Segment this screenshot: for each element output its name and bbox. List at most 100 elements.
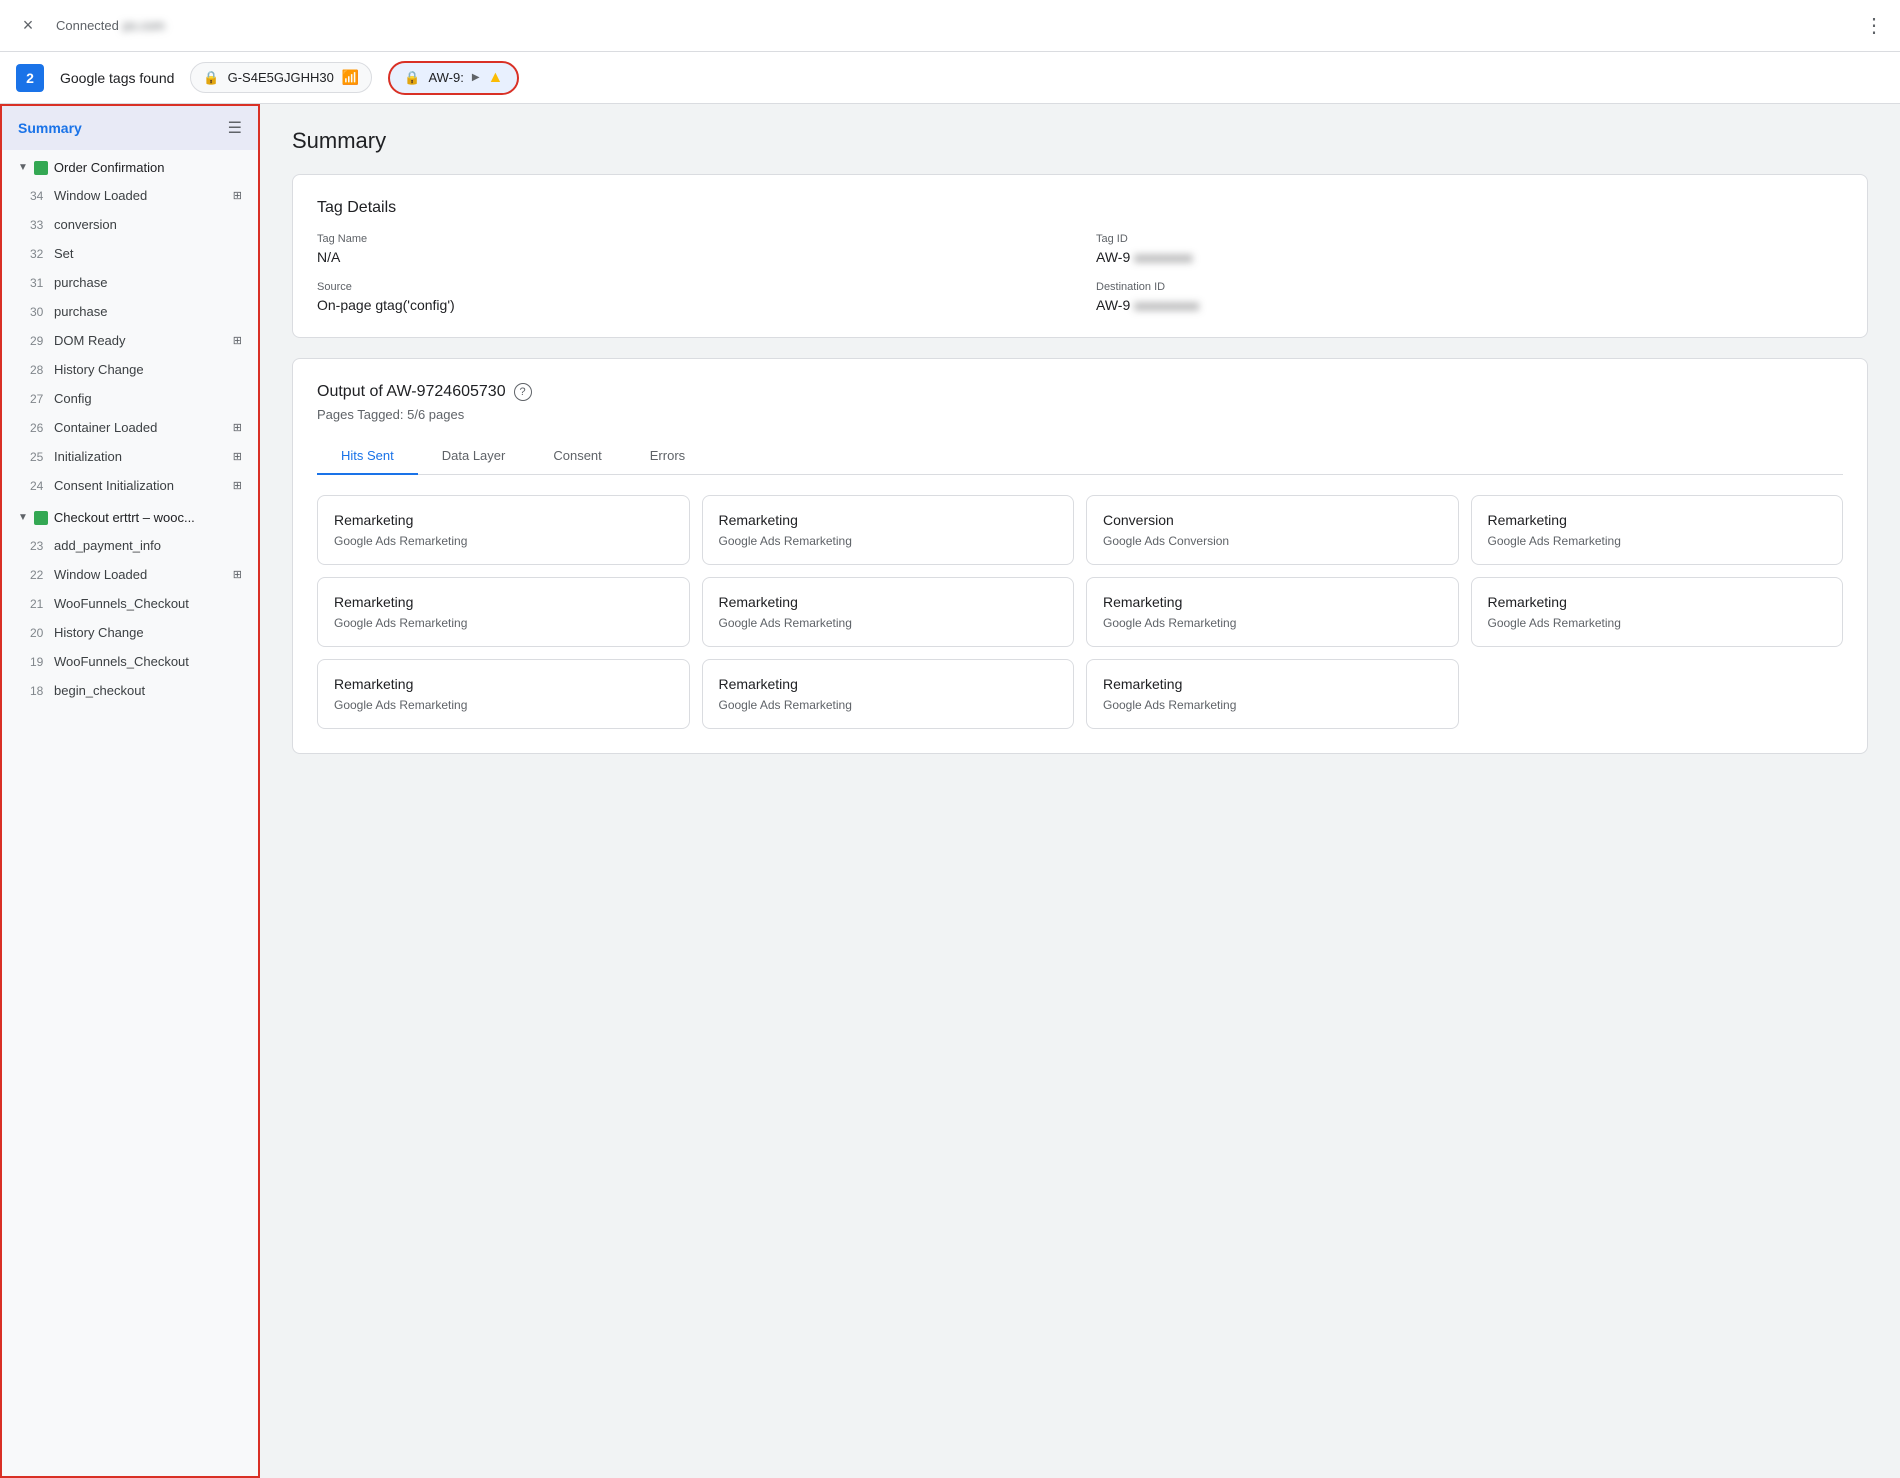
aw-tag-icon: 🔒 [404, 70, 420, 86]
sidebar-section-checkout[interactable]: ▼ Checkout erttrt – wooc... [2, 500, 258, 531]
section-label: Checkout erttrt – wooc... [54, 510, 195, 525]
more-options-button[interactable]: ⋮ [1864, 13, 1884, 38]
info-icon[interactable]: ? [514, 383, 532, 401]
hit-card-subtitle: Google Ads Remarketing [1488, 534, 1827, 548]
tag-name-label: Tag Name [317, 233, 1064, 245]
hit-card-subtitle: Google Ads Remarketing [1103, 698, 1442, 712]
hit-card[interactable]: Remarketing Google Ads Remarketing [317, 577, 690, 647]
sidebar-item[interactable]: 20 History Change [2, 618, 258, 647]
hit-card-subtitle: Google Ads Remarketing [334, 616, 673, 630]
hit-card-title: Remarketing [1488, 512, 1827, 528]
section-label: Order Confirmation [54, 160, 165, 175]
sidebar-item[interactable]: 26 Container Loaded ⊞ [2, 413, 258, 442]
tag-bar: 2 Google tags found 🔒 G-S4E5GJGHH30 📶 🔒 … [0, 52, 1900, 104]
output-card: Output of AW-9724605730 ? Pages Tagged: … [292, 358, 1868, 754]
ga-tag-icon: 🔒 [203, 70, 219, 86]
hit-card[interactable]: Remarketing Google Ads Remarketing [1471, 577, 1844, 647]
hit-card[interactable]: Conversion Google Ads Conversion [1086, 495, 1459, 565]
aw-chevron-icon: ▶ [472, 72, 480, 83]
tab-hits-sent[interactable]: Hits Sent [317, 438, 418, 475]
sidebar-item[interactable]: 24 Consent Initialization ⊞ [2, 471, 258, 500]
sidebar-item[interactable]: 25 Initialization ⊞ [2, 442, 258, 471]
hit-card[interactable]: Remarketing Google Ads Remarketing [1471, 495, 1844, 565]
hit-card-subtitle: Google Ads Remarketing [334, 534, 673, 548]
tab-errors[interactable]: Errors [626, 438, 709, 475]
hit-card-title: Remarketing [719, 512, 1058, 528]
tag-id-field: Tag ID AW-9 xxxxxxxxx [1096, 233, 1843, 265]
aw-tag-chip[interactable]: 🔒 AW-9: ▶ ▲ [388, 61, 519, 95]
tab-data-layer[interactable]: Data Layer [418, 438, 530, 475]
ga-signal-icon: 📶 [342, 69, 359, 86]
sidebar-filter-icon[interactable]: ☰ [228, 118, 242, 138]
chevron-down-icon: ▼ [18, 162, 28, 173]
output-title: Output of AW-9724605730 [317, 383, 506, 401]
hit-card-title: Remarketing [334, 676, 673, 692]
hit-card-title: Remarketing [1103, 594, 1442, 610]
sidebar-item[interactable]: 30 purchase [2, 297, 258, 326]
hit-card[interactable]: Remarketing Google Ads Remarketing [317, 495, 690, 565]
hit-card-title: Remarketing [719, 594, 1058, 610]
sidebar-item[interactable]: 32 Set [2, 239, 258, 268]
sidebar-item[interactable]: 29 DOM Ready ⊞ [2, 326, 258, 355]
widget-icon: ⊞ [233, 568, 242, 581]
hit-card-subtitle: Google Ads Remarketing [334, 698, 673, 712]
tag-details-title: Tag Details [317, 199, 1843, 217]
ga-tag-chip[interactable]: 🔒 G-S4E5GJGHH30 📶 [190, 62, 372, 93]
tag-count-badge: 2 [16, 64, 44, 92]
tab-consent[interactable]: Consent [529, 438, 625, 475]
sidebar: Summary ☰ ▼ Order Confirmation 34 Window… [0, 104, 260, 1478]
sidebar-item[interactable]: 27 Config [2, 384, 258, 413]
sidebar-section-order-confirmation[interactable]: ▼ Order Confirmation [2, 150, 258, 181]
sidebar-item[interactable]: 34 Window Loaded ⊞ [2, 181, 258, 210]
widget-icon: ⊞ [233, 421, 242, 434]
sidebar-header: Summary ☰ [2, 106, 258, 150]
sidebar-item[interactable]: 18 begin_checkout [2, 676, 258, 705]
google-tags-label: Google tags found [60, 70, 174, 86]
source-label: Source [317, 281, 1064, 293]
sidebar-item[interactable]: 21 WooFunnels_Checkout [2, 589, 258, 618]
hits-grid: Remarketing Google Ads Remarketing Remar… [317, 495, 1843, 729]
sidebar-item[interactable]: 28 History Change [2, 355, 258, 384]
tag-details-grid: Tag Name N/A Tag ID AW-9 xxxxxxxxx Sourc… [317, 233, 1843, 313]
hit-card-subtitle: Google Ads Remarketing [719, 616, 1058, 630]
content-area: Summary Tag Details Tag Name N/A Tag ID … [260, 104, 1900, 1478]
dest-id-value: AW-9 xxxxxxxxxx [1096, 297, 1843, 313]
tag-name-value: N/A [317, 249, 1064, 265]
hit-card[interactable]: Remarketing Google Ads Remarketing [702, 495, 1075, 565]
tag-id-value: AW-9 xxxxxxxxx [1096, 249, 1843, 265]
hit-card-subtitle: Google Ads Remarketing [1103, 616, 1442, 630]
widget-icon: ⊞ [233, 189, 242, 202]
output-header: Output of AW-9724605730 ? [317, 383, 1843, 401]
status-dot [34, 161, 48, 175]
widget-icon: ⊞ [233, 334, 242, 347]
sidebar-item[interactable]: 22 Window Loaded ⊞ [2, 560, 258, 589]
sidebar-item[interactable]: 19 WooFunnels_Checkout [2, 647, 258, 676]
dest-id-label: Destination ID [1096, 281, 1843, 293]
connection-status: Connected [56, 18, 119, 33]
hit-card[interactable]: Remarketing Google Ads Remarketing [317, 659, 690, 729]
hit-card-subtitle: Google Ads Remarketing [719, 698, 1058, 712]
hit-card[interactable]: Remarketing Google Ads Remarketing [702, 659, 1075, 729]
status-dot [34, 511, 48, 525]
output-tabs: Hits Sent Data Layer Consent Errors [317, 438, 1843, 475]
ads-triangle-icon: ▲ [488, 69, 504, 87]
hit-card[interactable]: Remarketing Google Ads Remarketing [1086, 577, 1459, 647]
sidebar-item[interactable]: 23 add_payment_info [2, 531, 258, 560]
close-button[interactable]: × [16, 14, 40, 38]
aw-tag-label: AW-9: [428, 70, 463, 85]
hit-card-title: Remarketing [334, 512, 673, 528]
page-title: Summary [292, 128, 1868, 154]
hit-card[interactable]: Remarketing Google Ads Remarketing [702, 577, 1075, 647]
hit-card[interactable]: Remarketing Google Ads Remarketing [1086, 659, 1459, 729]
hit-card-subtitle: Google Ads Conversion [1103, 534, 1442, 548]
hit-card-subtitle: Google Ads Remarketing [719, 534, 1058, 548]
sidebar-title: Summary [18, 120, 82, 136]
sidebar-item[interactable]: 31 purchase [2, 268, 258, 297]
tag-name-field: Tag Name N/A [317, 233, 1064, 265]
hit-card-title: Remarketing [719, 676, 1058, 692]
widget-icon: ⊞ [233, 479, 242, 492]
tag-details-card: Tag Details Tag Name N/A Tag ID AW-9 xxx… [292, 174, 1868, 338]
hit-card-title: Conversion [1103, 512, 1442, 528]
sidebar-item[interactable]: 33 conversion [2, 210, 258, 239]
ga-tag-label: G-S4E5GJGHH30 [228, 70, 334, 85]
